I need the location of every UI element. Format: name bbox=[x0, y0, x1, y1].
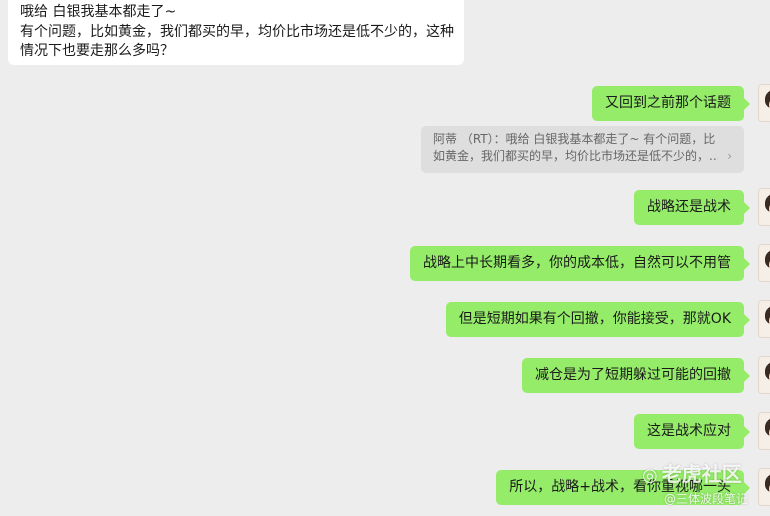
message-line: 情况下也要走那么多吗？ bbox=[20, 43, 174, 59]
chevron-right-icon: › bbox=[727, 149, 732, 163]
quote-line: 阿蒂 （RT）：哦给 白银我基本都走了~ 有个问题，比 bbox=[433, 132, 716, 146]
outgoing-message-bubble[interactable]: 战略还是战术 bbox=[634, 190, 750, 225]
outgoing-message-bubble[interactable]: 又回到之前那个话题 bbox=[592, 86, 750, 121]
watermark-handle: @三体波段笔记 bbox=[664, 492, 749, 506]
user-avatar[interactable] bbox=[758, 244, 770, 282]
user-avatar[interactable] bbox=[758, 84, 770, 122]
user-avatar[interactable] bbox=[758, 468, 770, 506]
outgoing-message-bubble[interactable]: 但是短期如果有个回撤，你能接受，那就OK bbox=[445, 302, 751, 337]
watermark: ◎ 老虎社区 bbox=[642, 458, 742, 487]
user-avatar[interactable] bbox=[758, 188, 770, 226]
message-line: 有个问题，比如黄金，我们都买的早，均价比市场还是低不少的，这种 bbox=[20, 23, 454, 40]
user-avatar[interactable] bbox=[758, 300, 770, 338]
message-line: 哦给 白银我基本都走了~ bbox=[20, 4, 177, 20]
outgoing-message-bubble[interactable]: 战略上中长期看多，你的成本低，自然可以不用管 bbox=[410, 246, 750, 281]
incoming-message-bubble[interactable]: 哦给 白银我基本都走了~ 有个问题，比如黄金，我们都买的早，均价比市场还是低不少… bbox=[8, 0, 464, 65]
outgoing-message-bubble[interactable]: 这是战术应对 bbox=[634, 414, 750, 449]
user-avatar[interactable] bbox=[758, 356, 770, 394]
outgoing-message-bubble[interactable]: 减仓是为了短期躲过可能的回撤 bbox=[522, 358, 750, 393]
quoted-message[interactable]: 阿蒂 （RT）：哦给 白银我基本都走了~ 有个问题，比 如黄金，我们都买的早，均… bbox=[421, 126, 744, 173]
user-avatar[interactable] bbox=[758, 412, 770, 450]
tiger-logo-icon: ◎ bbox=[642, 465, 658, 486]
quote-line: 如黄金，我们都买的早，均价比市场还是低不少的，... bbox=[433, 149, 718, 163]
watermark-text: 老虎社区 bbox=[661, 462, 742, 486]
